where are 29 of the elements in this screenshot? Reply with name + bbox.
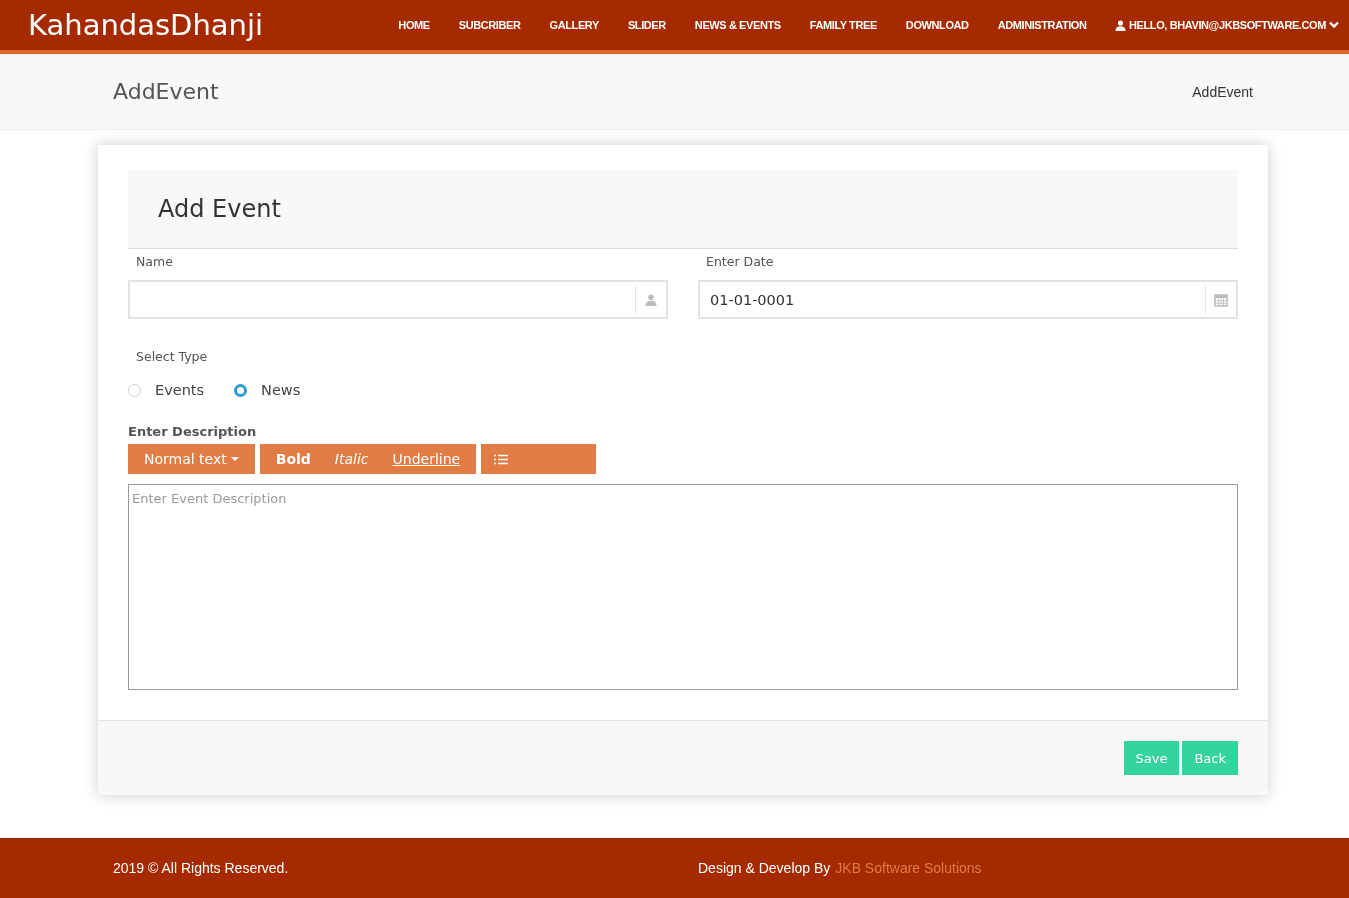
credit-text: Design & Develop By JKB Software Solutions [698,860,982,876]
nav-link[interactable]: GALLERY [535,19,614,31]
user-menu[interactable]: HELLO, BHAVIN@JKBSOFTWARE.COM [1101,19,1339,31]
site-logo[interactable]: KahandasDhanji [28,8,264,42]
chevron-down-icon [1329,21,1339,29]
radio-option[interactable]: News [234,382,301,398]
nav-link[interactable]: DOWNLOAD [891,19,984,31]
radio-button[interactable] [234,383,248,397]
radio-button[interactable] [128,383,141,397]
caret-icon [230,457,239,461]
form-title: Add Event [158,195,281,223]
description-field[interactable]: Enter Event Description [128,484,1238,690]
nav-link[interactable]: ADMINISTRATION [983,19,1102,31]
nav-link[interactable]: SUBCRIBER [444,19,536,31]
nav-link[interactable]: NEWS & EVENTS [680,19,796,31]
breadcrumb-link[interactable]: AddEvent [1192,83,1253,100]
copyright-text: 2019 © All Rights Reserved. [113,860,290,876]
field-label: Enter Date [705,253,775,271]
list-icon [494,453,509,465]
user-icon [1115,19,1127,31]
nav-link[interactable]: HOME [383,19,445,31]
field-label: Name [135,253,174,271]
list-button[interactable] [481,444,597,474]
field-label: Select Type [135,348,209,366]
nav-link[interactable]: SLIDER [613,19,681,31]
nav-link[interactable]: FAMILY TREE [795,19,892,31]
page-title: AddEvent [113,79,219,104]
field-label: Enter Description [128,424,258,439]
radio-option[interactable]: Events [128,382,205,398]
